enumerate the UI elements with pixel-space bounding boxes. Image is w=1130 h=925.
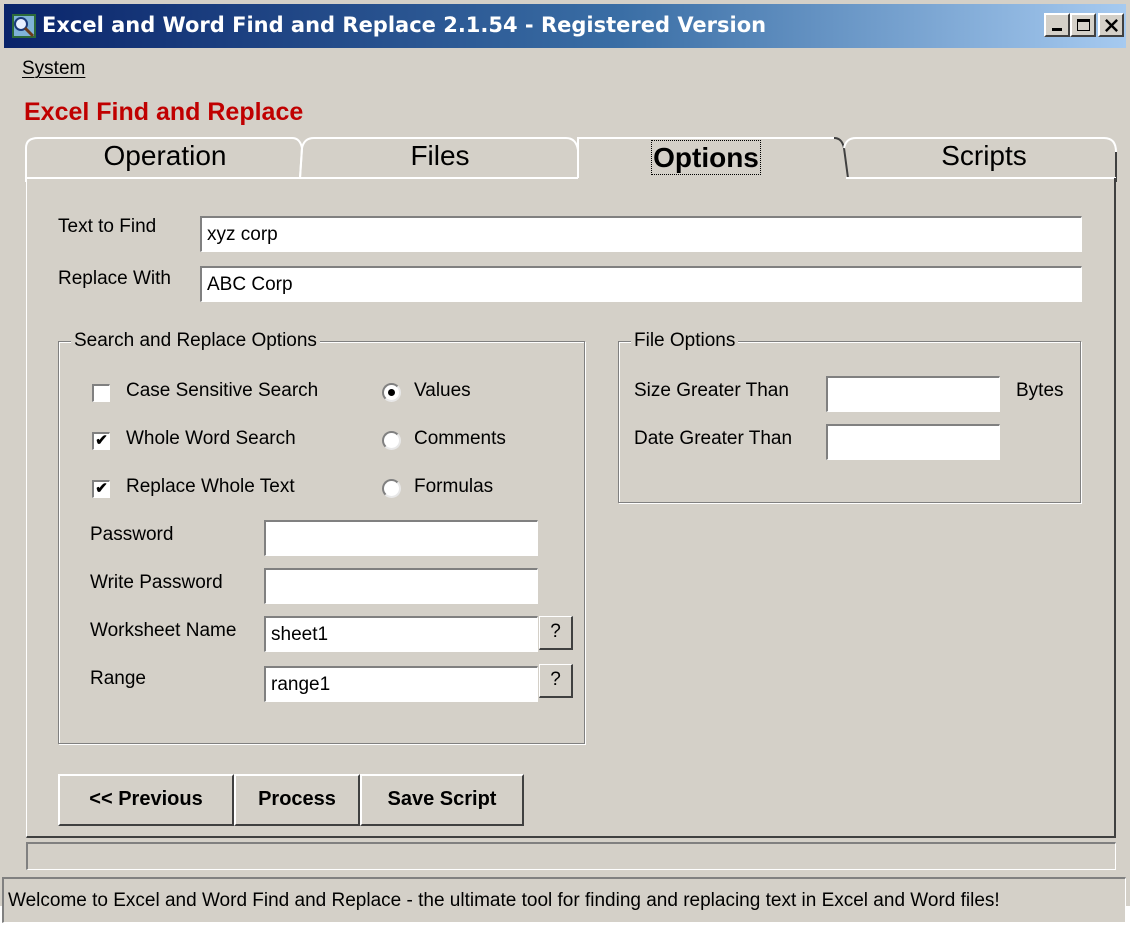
range-input[interactable]: range1 (264, 666, 538, 702)
maximize-button[interactable] (1070, 13, 1096, 37)
process-button-label: Process (258, 788, 336, 810)
date-greater-label: Date Greater Than (634, 428, 793, 449)
close-button[interactable] (1098, 13, 1124, 37)
worksheet-name-label: Worksheet Name (90, 620, 237, 641)
save-script-button[interactable]: Save Script (360, 774, 524, 826)
text-to-find-label: Text to Find (58, 216, 157, 237)
values-radio-label[interactable]: Values (414, 380, 471, 402)
password-label: Password (90, 524, 174, 545)
process-button[interactable]: Process (234, 774, 360, 826)
search-options-caption: Search and Replace Options (71, 330, 320, 352)
password-input[interactable] (264, 520, 538, 556)
comments-radio[interactable] (382, 431, 401, 450)
replace-with-label: Replace With (58, 268, 171, 289)
close-icon (1105, 19, 1118, 32)
tab-options[interactable]: Options (580, 140, 832, 175)
size-greater-label: Size Greater Than (634, 380, 789, 401)
menu-system-label: System (22, 58, 86, 79)
write-password-label: Write Password (90, 572, 223, 593)
replace-with-input[interactable]: ABC Corp (200, 266, 1082, 302)
tab-operation[interactable]: Operation (40, 140, 290, 172)
date-greater-input[interactable] (826, 424, 1000, 460)
values-radio[interactable] (382, 383, 401, 402)
formulas-radio-label[interactable]: Formulas (414, 476, 493, 498)
save-script-button-label: Save Script (387, 788, 497, 810)
previous-button[interactable]: << Previous (58, 774, 234, 826)
file-options-group: File Options (618, 330, 1081, 503)
tab-files-label: Files (410, 140, 470, 171)
minimize-icon (1052, 28, 1062, 31)
menu-system[interactable]: System (22, 58, 85, 80)
formulas-radio[interactable] (382, 479, 401, 498)
title-bar[interactable]: Excel and Word Find and Replace 2.1.54 -… (4, 4, 1126, 48)
tab-scripts[interactable]: Scripts (856, 140, 1112, 172)
progress-bar (26, 842, 1116, 870)
bytes-label: Bytes (1016, 380, 1064, 401)
section-title: Excel Find and Replace (24, 98, 304, 126)
size-greater-input[interactable] (826, 376, 1000, 412)
window-title: Excel and Word Find and Replace 2.1.54 -… (42, 13, 767, 37)
worksheet-name-input[interactable]: sheet1 (264, 616, 538, 652)
checkmark-icon: ✔ (95, 432, 108, 449)
worksheet-help-button[interactable]: ? (539, 616, 573, 650)
status-text: Welcome to Excel and Word Find and Repla… (8, 890, 1000, 911)
whole-word-label[interactable]: Whole Word Search (126, 428, 296, 450)
range-label: Range (90, 668, 146, 689)
tab-scripts-label: Scripts (941, 140, 1027, 171)
text-to-find-input[interactable]: xyz corp (200, 216, 1082, 252)
case-sensitive-checkbox[interactable] (92, 384, 110, 402)
whole-word-checkbox[interactable]: ✔ (92, 432, 110, 450)
comments-radio-label[interactable]: Comments (414, 428, 506, 450)
minimize-button[interactable] (1044, 13, 1070, 37)
replace-whole-label[interactable]: Replace Whole Text (126, 476, 295, 498)
app-magnifier-icon (12, 14, 36, 38)
write-password-input[interactable] (264, 568, 538, 604)
tab-operation-label: Operation (103, 140, 227, 171)
checkmark-icon: ✔ (95, 480, 108, 497)
radio-selected-dot (388, 389, 395, 396)
range-help-button[interactable]: ? (539, 664, 573, 698)
tab-options-label: Options (651, 140, 761, 175)
status-bar: Welcome to Excel and Word Find and Repla… (2, 877, 1126, 923)
replace-whole-checkbox[interactable]: ✔ (92, 480, 110, 498)
tab-files[interactable]: Files (312, 140, 568, 172)
app-window: Excel and Word Find and Replace 2.1.54 -… (0, 0, 1130, 906)
maximize-icon (1077, 19, 1090, 31)
file-options-caption: File Options (631, 330, 739, 352)
case-sensitive-label[interactable]: Case Sensitive Search (126, 380, 318, 402)
